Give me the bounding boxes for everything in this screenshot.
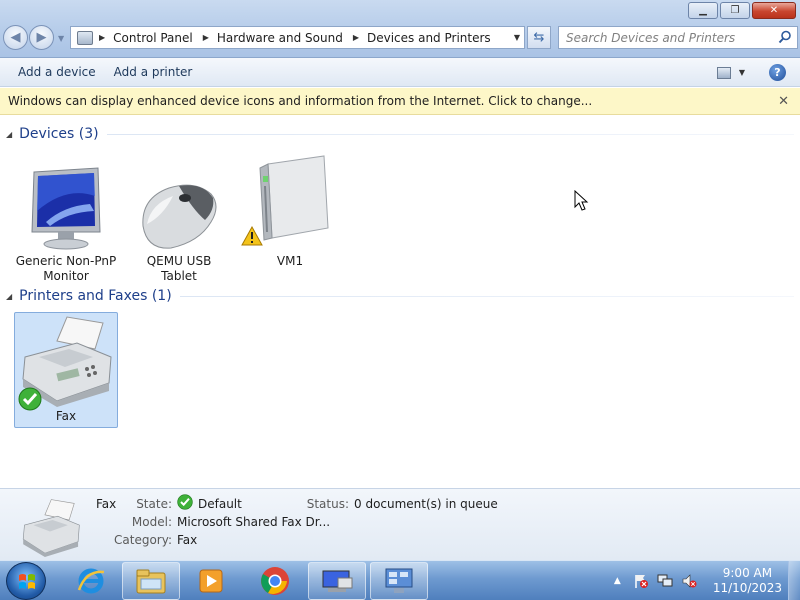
close-icon[interactable]: ✕ (778, 94, 789, 109)
device-item-vm1[interactable]: VM1 (238, 155, 342, 269)
breadcrumb-control-panel[interactable]: Control Panel (113, 31, 193, 45)
address-bar[interactable]: ▶ Control Panel ▶ Hardware and Sound ▶ D… (70, 26, 525, 49)
close-button[interactable]: ✕ (752, 2, 796, 19)
model-label: Model: (131, 515, 172, 529)
window-titlebar: ▁ ❐ ✕ ◀ ▶ ▼ ▶ Control Panel ▶ Hardware a… (0, 0, 800, 58)
refresh-icon: ⇆ (533, 30, 545, 45)
chevron-right-icon[interactable]: ▶ (353, 33, 359, 42)
media-player-icon (199, 569, 223, 593)
fax-icon (22, 499, 80, 557)
search-icon[interactable] (778, 30, 792, 44)
group-title[interactable]: Printers and Faxes (1) (19, 288, 172, 304)
internet-explorer-icon (77, 568, 105, 594)
show-hidden-icons-icon[interactable]: ▲ (614, 576, 621, 586)
status-ok-icon (177, 494, 193, 510)
back-button[interactable]: ◀ (3, 25, 28, 50)
file-explorer-icon (136, 569, 166, 594)
network-icon[interactable] (657, 573, 673, 589)
collapse-arrow-icon[interactable]: ◢ (6, 130, 12, 139)
device-item-monitor[interactable]: Generic Non-PnP Monitor (14, 162, 118, 284)
printer-item-fax[interactable]: Fax (14, 312, 118, 428)
device-label-line1: QEMU USB (146, 254, 212, 268)
maximize-button[interactable]: ❐ (720, 2, 750, 19)
add-printer-button[interactable]: Add a printer (110, 65, 207, 79)
action-center-flag-icon[interactable] (633, 573, 649, 589)
device-label-line1: Generic Non-PnP (15, 254, 117, 268)
warning-icon (241, 226, 263, 246)
clock-time: 9:00 AM (722, 566, 773, 580)
device-label-line2: Monitor (43, 269, 89, 283)
mouse-cursor-icon (574, 190, 589, 211)
category-label: Category: (114, 533, 172, 547)
chevron-right-icon[interactable]: ▶ (203, 33, 209, 42)
volume-muted-icon[interactable] (681, 573, 697, 589)
forward-button[interactable]: ▶ (29, 25, 54, 50)
control-panel-icon (385, 568, 413, 593)
device-label-line1: VM1 (276, 254, 304, 268)
divider (106, 133, 794, 135)
info-bar-message[interactable]: Windows can display enhanced device icon… (8, 94, 592, 108)
printer-label: Fax (55, 409, 77, 423)
taskbar-control-panel[interactable] (370, 562, 428, 600)
status-label: Status: (306, 497, 349, 511)
recent-pages-dropdown[interactable]: ▼ (58, 34, 64, 43)
minimize-button[interactable]: ▁ (688, 2, 718, 19)
start-button[interactable] (6, 562, 46, 600)
state-label: State: (136, 497, 172, 511)
breadcrumb-hardware-and-sound[interactable]: Hardware and Sound (217, 31, 343, 45)
chrome-icon (261, 567, 289, 595)
info-bar[interactable]: Windows can display enhanced device icon… (0, 88, 800, 115)
refresh-button[interactable]: ⇆ (527, 26, 551, 49)
device-item-tablet[interactable]: QEMU USB Tablet (127, 162, 231, 284)
navigation-buttons: ◀ ▶ (3, 25, 55, 50)
model-value: Microsoft Shared Fax Dr... (177, 515, 331, 529)
windows-logo-icon (19, 574, 35, 589)
mouse-icon (142, 184, 217, 249)
taskbar-media-player[interactable] (182, 562, 240, 600)
devices-view: ◢ Devices (3) Generic Non-PnP Monitor QE… (0, 116, 800, 488)
window-controls: ▁ ❐ ✕ (688, 2, 796, 19)
taskbar-file-explorer[interactable] (122, 562, 180, 600)
clock[interactable]: 9:00 AM 11/10/2023 (713, 566, 782, 596)
system-tray: ▲ 9:00 AM 11/10/2023 (614, 561, 800, 600)
devices-printers-icon (322, 570, 353, 592)
search-input[interactable] (566, 30, 766, 45)
show-desktop-button[interactable] (788, 561, 800, 600)
category-value: Fax (177, 533, 198, 547)
taskbar-internet-explorer[interactable] (62, 562, 120, 600)
default-printer-check-icon (18, 387, 42, 411)
add-device-button[interactable]: Add a device (0, 65, 110, 79)
taskbar-devices-and-printers[interactable] (308, 562, 366, 600)
status-value: 0 document(s) in queue (354, 497, 498, 511)
view-options-dropdown-icon[interactable]: ▼ (739, 68, 745, 77)
group-header-printers[interactable]: ◢ Printers and Faxes (1) (6, 288, 794, 304)
chevron-right-icon[interactable]: ▶ (99, 33, 105, 42)
help-icon[interactable]: ? (769, 64, 786, 81)
details-pane: Fax State: Default Status: 0 document(s)… (0, 488, 800, 560)
control-panel-icon (77, 30, 93, 45)
group-title[interactable]: Devices (3) (19, 126, 98, 142)
divider (179, 295, 794, 297)
command-toolbar: Add a device Add a printer ▼ ? (0, 58, 800, 87)
address-dropdown-icon[interactable]: ▼ (514, 33, 520, 42)
breadcrumb-devices-and-printers[interactable]: Devices and Printers (367, 31, 491, 45)
collapse-arrow-icon[interactable]: ◢ (6, 292, 12, 301)
search-box[interactable] (558, 26, 798, 49)
group-header-devices[interactable]: ◢ Devices (3) (6, 126, 794, 142)
toolbar-right: ▼ ? (716, 58, 800, 87)
device-label-line2: Tablet (161, 269, 197, 283)
taskbar: ▲ 9:00 AM 11/10/2023 (0, 560, 800, 600)
monitor-icon (31, 167, 101, 250)
taskbar-chrome[interactable] (246, 562, 304, 600)
clock-date: 11/10/2023 (712, 581, 782, 595)
state-value: Default (198, 497, 242, 511)
change-view-icon[interactable] (716, 66, 731, 79)
